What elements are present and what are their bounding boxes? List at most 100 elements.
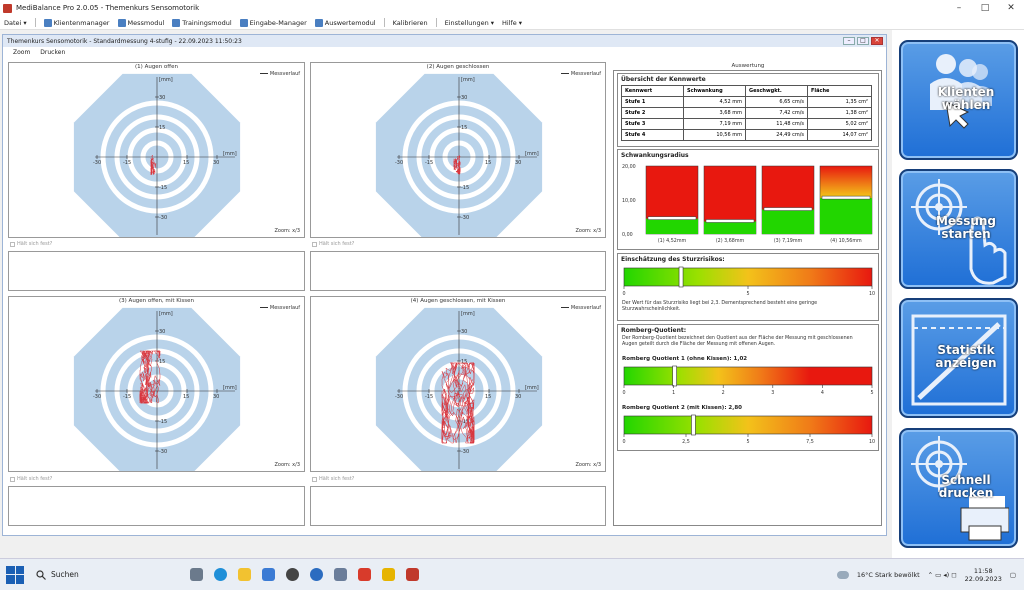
clients-icon	[43, 18, 52, 27]
menu-klientenmanager[interactable]: Klientenmanager	[43, 18, 110, 27]
search-icon	[36, 569, 46, 580]
sway-title: Schwankungsradius	[621, 152, 689, 159]
taskbar: Suchen 16°C Stark bewölkt ⌃ ▭ ◂) ◻ 11:58…	[0, 558, 1024, 590]
print-button[interactable]: Drucken	[40, 49, 65, 56]
inner-minimize-button[interactable]: –	[843, 37, 855, 45]
table-row: Stufe 3 7,19 mm 11,48 cm/s 5,02 cm²	[621, 118, 872, 130]
menu-messmodul[interactable]: Messmodul	[117, 18, 164, 27]
taskbar-apps	[190, 568, 419, 581]
svg-text:10,00: 10,00	[622, 198, 636, 204]
svg-text:[mm]: [mm]	[461, 77, 475, 83]
svg-text:2: 2	[722, 390, 725, 395]
app-icon-blue[interactable]	[310, 568, 323, 581]
inner-close-button[interactable]: ✕	[871, 37, 883, 45]
holds-on-checkbox-2[interactable]: Hält sich fest?	[312, 241, 354, 247]
svg-text:[mm]: [mm]	[525, 385, 539, 391]
dell-icon[interactable]	[286, 568, 299, 581]
app-title: MediBalance Pro 2.0.05 - Themenkurs Sens…	[16, 4, 200, 12]
menu-datei[interactable]: Datei ▾	[4, 19, 27, 27]
close-button[interactable]: ✕	[998, 3, 1024, 13]
menu-auswertemodul[interactable]: Auswertemodul	[314, 18, 376, 27]
minimize-button[interactable]: –	[946, 3, 972, 13]
romberg-1-label: Romberg Quotient 1 (ohne Kissen): 1,02	[622, 356, 748, 362]
app-icon-red[interactable]	[358, 568, 371, 581]
medibalance-taskbar-icon[interactable]	[406, 568, 419, 581]
svg-text:15: 15	[183, 160, 189, 166]
overview-section: Übersicht der Kennwerte Kennwert Schwank…	[617, 73, 879, 147]
camera-icon[interactable]	[334, 568, 347, 581]
romberg-section: Romberg-Quotient: Der Romberg-Quotient b…	[617, 324, 879, 451]
measurement-toolbar: Zoom Drucken	[3, 47, 886, 57]
store-icon[interactable]	[262, 568, 275, 581]
notification-icon[interactable]: ▢	[1010, 571, 1016, 579]
svg-text:-15: -15	[425, 160, 433, 166]
svg-text:30: 30	[159, 329, 165, 335]
svg-text:15: 15	[485, 160, 491, 166]
svg-text:0: 0	[622, 291, 625, 297]
quick-print-button[interactable]: Schnell drucken	[899, 428, 1018, 548]
windows-start-icon[interactable]	[6, 565, 24, 584]
inner-maximize-button[interactable]: □	[857, 37, 869, 45]
svg-text:-15: -15	[159, 185, 167, 191]
menu-hilfe[interactable]: Hilfe ▾	[502, 19, 522, 27]
romberg-2-label: Romberg Quotient 2 (mit Kissen): 2,80	[622, 405, 743, 411]
svg-text:30: 30	[515, 160, 521, 166]
start-measurement-button[interactable]: Messung starten	[899, 169, 1018, 289]
stabilogram: 30 30 15 15 -15 -15 -30 -30 [mm] [mm]	[375, 73, 543, 237]
note-field-4[interactable]	[310, 486, 606, 526]
show-statistics-button[interactable]: Statistik anzeigen	[899, 298, 1018, 418]
zoom-button[interactable]: Zoom	[13, 49, 30, 56]
menu-eingabe-manager[interactable]: Eingabe-Manager	[239, 18, 307, 27]
svg-text:15: 15	[159, 359, 165, 365]
table-row: Stufe 4 10,56 mm 24,49 cm/s 14,07 cm²	[621, 129, 872, 141]
maximize-button[interactable]: □	[972, 3, 998, 13]
svg-text:(4) 10,56mm: (4) 10,56mm	[830, 238, 862, 244]
fall-risk-text: Der Wert für das Sturzrisiko liegt bei 2…	[622, 301, 818, 312]
holds-on-checkbox-1[interactable]: Hält sich fest?	[10, 241, 52, 247]
holds-on-checkbox-3[interactable]: Hält sich fest?	[10, 476, 52, 482]
svg-text:0: 0	[622, 390, 625, 395]
app-icon-yellow[interactable]	[382, 568, 395, 581]
note-field-3[interactable]	[8, 486, 305, 526]
svg-text:20,00: 20,00	[622, 164, 636, 170]
menu-bar: Datei ▾ Klientenmanager Messmodul Traini…	[0, 16, 1024, 30]
fall-risk-scale: 0 5 10	[622, 266, 875, 297]
system-tray: 16°C Stark bewölkt ⌃ ▭ ◂) ◻ 11:58 22.09.…	[836, 559, 1016, 590]
table-row: Stufe 2 3,68 mm 7,42 cm/s 1,38 cm²	[621, 107, 872, 119]
sway-section: Schwankungsradius 20,00 10,00 0,00 (1) 4,52…	[617, 149, 879, 250]
stabilogram: 30 30 15 15 -15 -15 -30 -30 [mm] [mm]	[73, 307, 241, 471]
svg-text:[mm]: [mm]	[159, 77, 173, 83]
tray-icons[interactable]: ⌃ ▭ ◂) ◻	[928, 571, 957, 579]
svg-text:5: 5	[746, 439, 749, 444]
note-field-1[interactable]	[8, 251, 305, 291]
menu-kalibrieren[interactable]: Kalibrieren	[393, 19, 428, 27]
task-view-icon[interactable]	[190, 568, 203, 581]
clock[interactable]: 11:58 22.09.2023	[965, 567, 1002, 583]
svg-text:-30: -30	[93, 160, 101, 166]
svg-text:0: 0	[622, 439, 625, 444]
training-icon	[172, 18, 181, 27]
taskbar-search[interactable]: Suchen	[36, 566, 178, 584]
menu-trainingsmodul[interactable]: Trainingsmodul	[172, 18, 232, 27]
note-field-2[interactable]	[310, 251, 606, 291]
file-explorer-icon[interactable]	[238, 568, 251, 581]
svg-text:30: 30	[515, 394, 521, 400]
svg-text:-30: -30	[395, 394, 403, 400]
svg-text:(3) 7,19mm: (3) 7,19mm	[774, 238, 803, 244]
holds-on-checkbox-4[interactable]: Hält sich fest?	[312, 476, 354, 482]
svg-text:-15: -15	[123, 160, 131, 166]
romberg-1-scale: 0 1 2 3 4 5	[622, 365, 874, 395]
svg-text:4: 4	[821, 390, 824, 395]
svg-text:-30: -30	[461, 215, 469, 221]
svg-text:10: 10	[869, 439, 875, 444]
svg-text:30: 30	[461, 95, 467, 101]
svg-text:7,5: 7,5	[806, 439, 814, 444]
svg-text:10: 10	[869, 291, 875, 297]
svg-text:[mm]: [mm]	[461, 311, 475, 317]
svg-text:-15: -15	[123, 394, 131, 400]
plot-panel-1: (1) Augen offen Messverlauf Zoom: x/3 30 30 1…	[8, 62, 305, 238]
menu-einstellungen[interactable]: Einstellungen ▾	[445, 19, 494, 27]
plot-panel-3: (3) Augen offen, mit Kissen Messverlauf Zo…	[8, 296, 305, 472]
select-client-button[interactable]: Klienten wählen	[899, 40, 1018, 160]
edge-icon[interactable]	[214, 568, 227, 581]
